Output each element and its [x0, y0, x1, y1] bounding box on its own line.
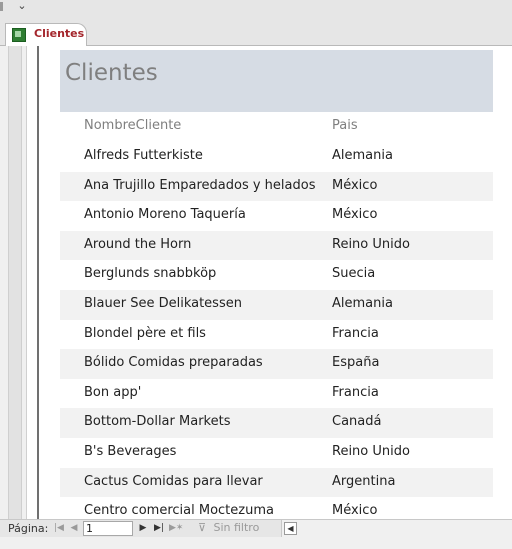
- cell-nombrecliente[interactable]: Blauer See Delikatessen: [84, 296, 242, 311]
- horizontal-scrollbar[interactable]: ◀: [281, 520, 512, 537]
- column-header-pais: Pais: [332, 118, 358, 133]
- scroll-left-icon[interactable]: ◀: [284, 522, 297, 535]
- first-record-icon[interactable]: |◀: [52, 521, 66, 535]
- column-header-nombrecliente: NombreCliente: [84, 118, 182, 133]
- next-record-icon[interactable]: ▶: [136, 521, 150, 535]
- cell-nombrecliente[interactable]: Antonio Moreno Taquería: [84, 207, 246, 222]
- document-tab-strip: Clientes: [0, 21, 512, 46]
- cell-pais[interactable]: España: [332, 355, 379, 370]
- cell-pais[interactable]: México: [332, 207, 377, 222]
- form-header: Clientes: [60, 50, 493, 112]
- table-row[interactable]: Bólido Comidas preparadas España: [60, 349, 493, 379]
- cell-nombrecliente[interactable]: Around the Horn: [84, 237, 191, 252]
- last-record-icon[interactable]: ▶|: [152, 521, 166, 535]
- page-number-input[interactable]: 1: [83, 521, 133, 536]
- records-list: Alfreds Futterkiste Alemania Ana Trujillo …: [60, 142, 493, 519]
- table-row[interactable]: Blondel père et fils Francia: [60, 320, 493, 350]
- cell-nombrecliente[interactable]: Bottom-Dollar Markets: [84, 414, 230, 429]
- cell-nombrecliente[interactable]: Berglunds snabbköp: [84, 266, 216, 281]
- form-icon: [12, 28, 26, 42]
- cell-pais[interactable]: Reino Unido: [332, 237, 410, 252]
- quick-access-bar: ⌄: [0, 0, 512, 22]
- form-title: Clientes: [65, 60, 158, 86]
- filter-toggle[interactable]: ⊽ Sin filtro: [198, 521, 259, 534]
- table-row[interactable]: Alfreds Futterkiste Alemania: [60, 142, 493, 172]
- cell-nombrecliente[interactable]: Alfreds Futterkiste: [84, 148, 203, 163]
- cell-pais[interactable]: Canadá: [332, 414, 381, 429]
- status-bar: [0, 537, 512, 549]
- cell-nombrecliente[interactable]: B's Beverages: [84, 444, 176, 459]
- tab-clientes[interactable]: Clientes: [5, 23, 87, 46]
- cell-nombrecliente[interactable]: Centro comercial Moctezuma: [84, 503, 274, 518]
- table-row[interactable]: Bon app' Francia: [60, 379, 493, 409]
- cell-pais[interactable]: Suecia: [332, 266, 375, 281]
- table-row[interactable]: Cactus Comidas para llevar Argentina: [60, 467, 493, 498]
- table-row[interactable]: Centro comercial Moctezuma México: [60, 497, 493, 519]
- cell-pais[interactable]: México: [332, 503, 377, 518]
- table-row[interactable]: B's Beverages Reino Unido: [60, 438, 493, 468]
- table-row[interactable]: Berglunds snabbköp Suecia: [60, 260, 493, 290]
- record-navigation-bar: Página: |◀ ◀ 1 ▶ ▶| ▶✶ ⊽ Sin filtro ◀: [0, 519, 512, 538]
- page-label: Página:: [8, 522, 49, 535]
- table-row[interactable]: Ana Trujillo Emparedados y helados México: [60, 171, 493, 202]
- cell-pais[interactable]: Argentina: [332, 474, 395, 489]
- cell-nombrecliente[interactable]: Bólido Comidas preparadas: [84, 355, 263, 370]
- chevron-down-icon[interactable]: ⌄: [15, 0, 29, 13]
- cell-pais[interactable]: Alemania: [332, 296, 393, 311]
- cell-pais[interactable]: Alemania: [332, 148, 393, 163]
- cell-pais[interactable]: Reino Unido: [332, 444, 410, 459]
- table-row[interactable]: Blauer See Delikatessen Alemania: [60, 289, 493, 320]
- table-row[interactable]: Antonio Moreno Taquería México: [60, 201, 493, 231]
- cell-pais[interactable]: Francia: [332, 385, 379, 400]
- filter-icon: ⊽: [198, 521, 207, 534]
- filter-label: Sin filtro: [213, 521, 260, 534]
- cell-pais[interactable]: México: [332, 178, 377, 193]
- form-body: Clientes NombreCliente Pais Alfreds Futt…: [39, 46, 512, 519]
- table-row[interactable]: Around the Horn Reino Unido: [60, 230, 493, 261]
- previous-record-icon[interactable]: ◀: [67, 521, 81, 535]
- new-record-icon[interactable]: ▶✶: [169, 521, 183, 535]
- cell-nombrecliente[interactable]: Cactus Comidas para llevar: [84, 474, 263, 489]
- table-row[interactable]: Bottom-Dollar Markets Canadá: [60, 408, 493, 438]
- cell-nombrecliente[interactable]: Bon app': [84, 385, 141, 400]
- record-selector[interactable]: [0, 46, 27, 519]
- cell-pais[interactable]: Francia: [332, 326, 379, 341]
- tab-label: Clientes: [34, 27, 85, 40]
- toolbar-edge: [0, 2, 3, 11]
- record-selector-bar[interactable]: [8, 46, 22, 519]
- cell-nombrecliente[interactable]: Ana Trujillo Emparedados y helados: [84, 178, 315, 193]
- cell-nombrecliente[interactable]: Blondel père et fils: [84, 326, 206, 341]
